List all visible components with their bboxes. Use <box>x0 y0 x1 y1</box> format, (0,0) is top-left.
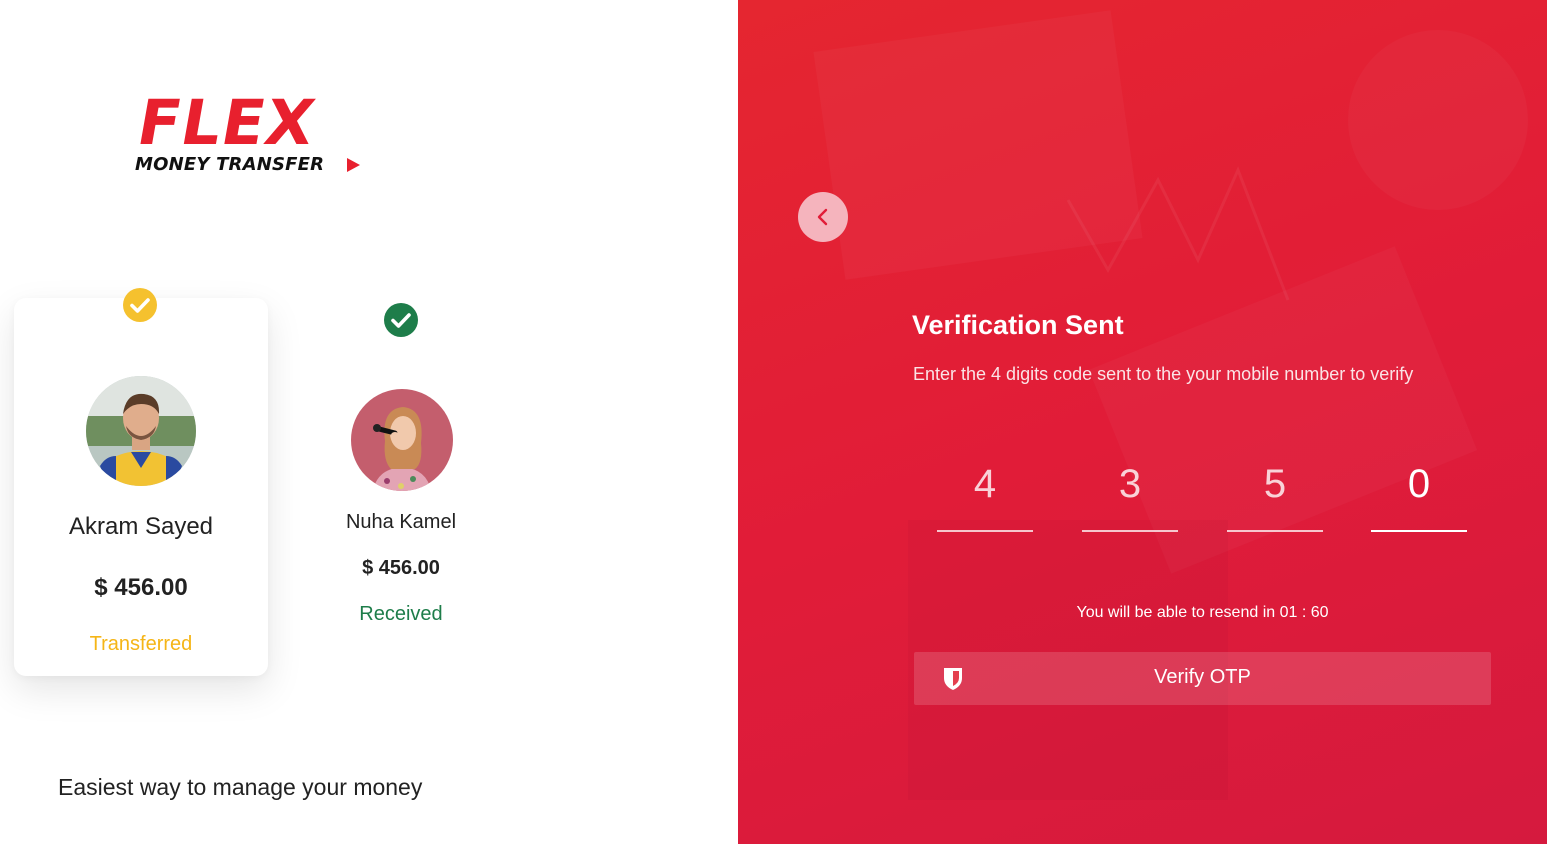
transfer-card[interactable] <box>14 298 268 676</box>
tagline: Easiest way to manage your money <box>58 774 423 800</box>
chevron-left-icon <box>817 208 828 226</box>
otp-digit-4[interactable]: 0 <box>1371 455 1467 532</box>
status-transferred: Transferred <box>89 633 193 655</box>
back-button[interactable] <box>798 192 848 242</box>
logo-main: FLEX <box>132 86 322 159</box>
card-name: Nuha Kamel <box>345 511 457 533</box>
verify-otp-label: Verify OTP <box>1154 666 1251 688</box>
card-name: Akram Sayed <box>68 513 214 540</box>
card-amount: $ 456.00 <box>94 574 188 601</box>
page-title: Verification Sent <box>912 310 1124 340</box>
background-decor <box>908 166 1290 800</box>
card-amount: $ 456.00 <box>362 557 440 579</box>
check-circle-icon <box>123 288 157 322</box>
verification-panel: Verification Sent Enter the 4 digits cod… <box>738 0 1547 844</box>
verify-otp-button[interactable]: Verify OTP <box>914 652 1491 705</box>
resend-timer: You will be able to resend in 01 : 60 <box>1076 604 1329 621</box>
flex-logo: FLEX MONEY TRANSFER <box>132 86 373 182</box>
logo-arrow-icon <box>347 158 360 172</box>
otp-digit-3[interactable]: 5 <box>1227 455 1323 532</box>
verification-subtitle: Enter the 4 digits code sent to the your… <box>913 364 1414 384</box>
otp-digit-2[interactable]: 3 <box>1082 455 1178 532</box>
otp-digit-1[interactable]: 4 <box>937 455 1033 532</box>
left-panel: FLEX MONEY TRANSFER Akram Sayed $ 456.00… <box>0 0 738 844</box>
avatar-akram <box>86 376 196 486</box>
logo-sub: MONEY TRANSFER <box>135 154 325 175</box>
avatar-nuha <box>351 389 453 491</box>
check-circle-icon <box>384 303 418 337</box>
status-received: Received <box>359 603 443 625</box>
